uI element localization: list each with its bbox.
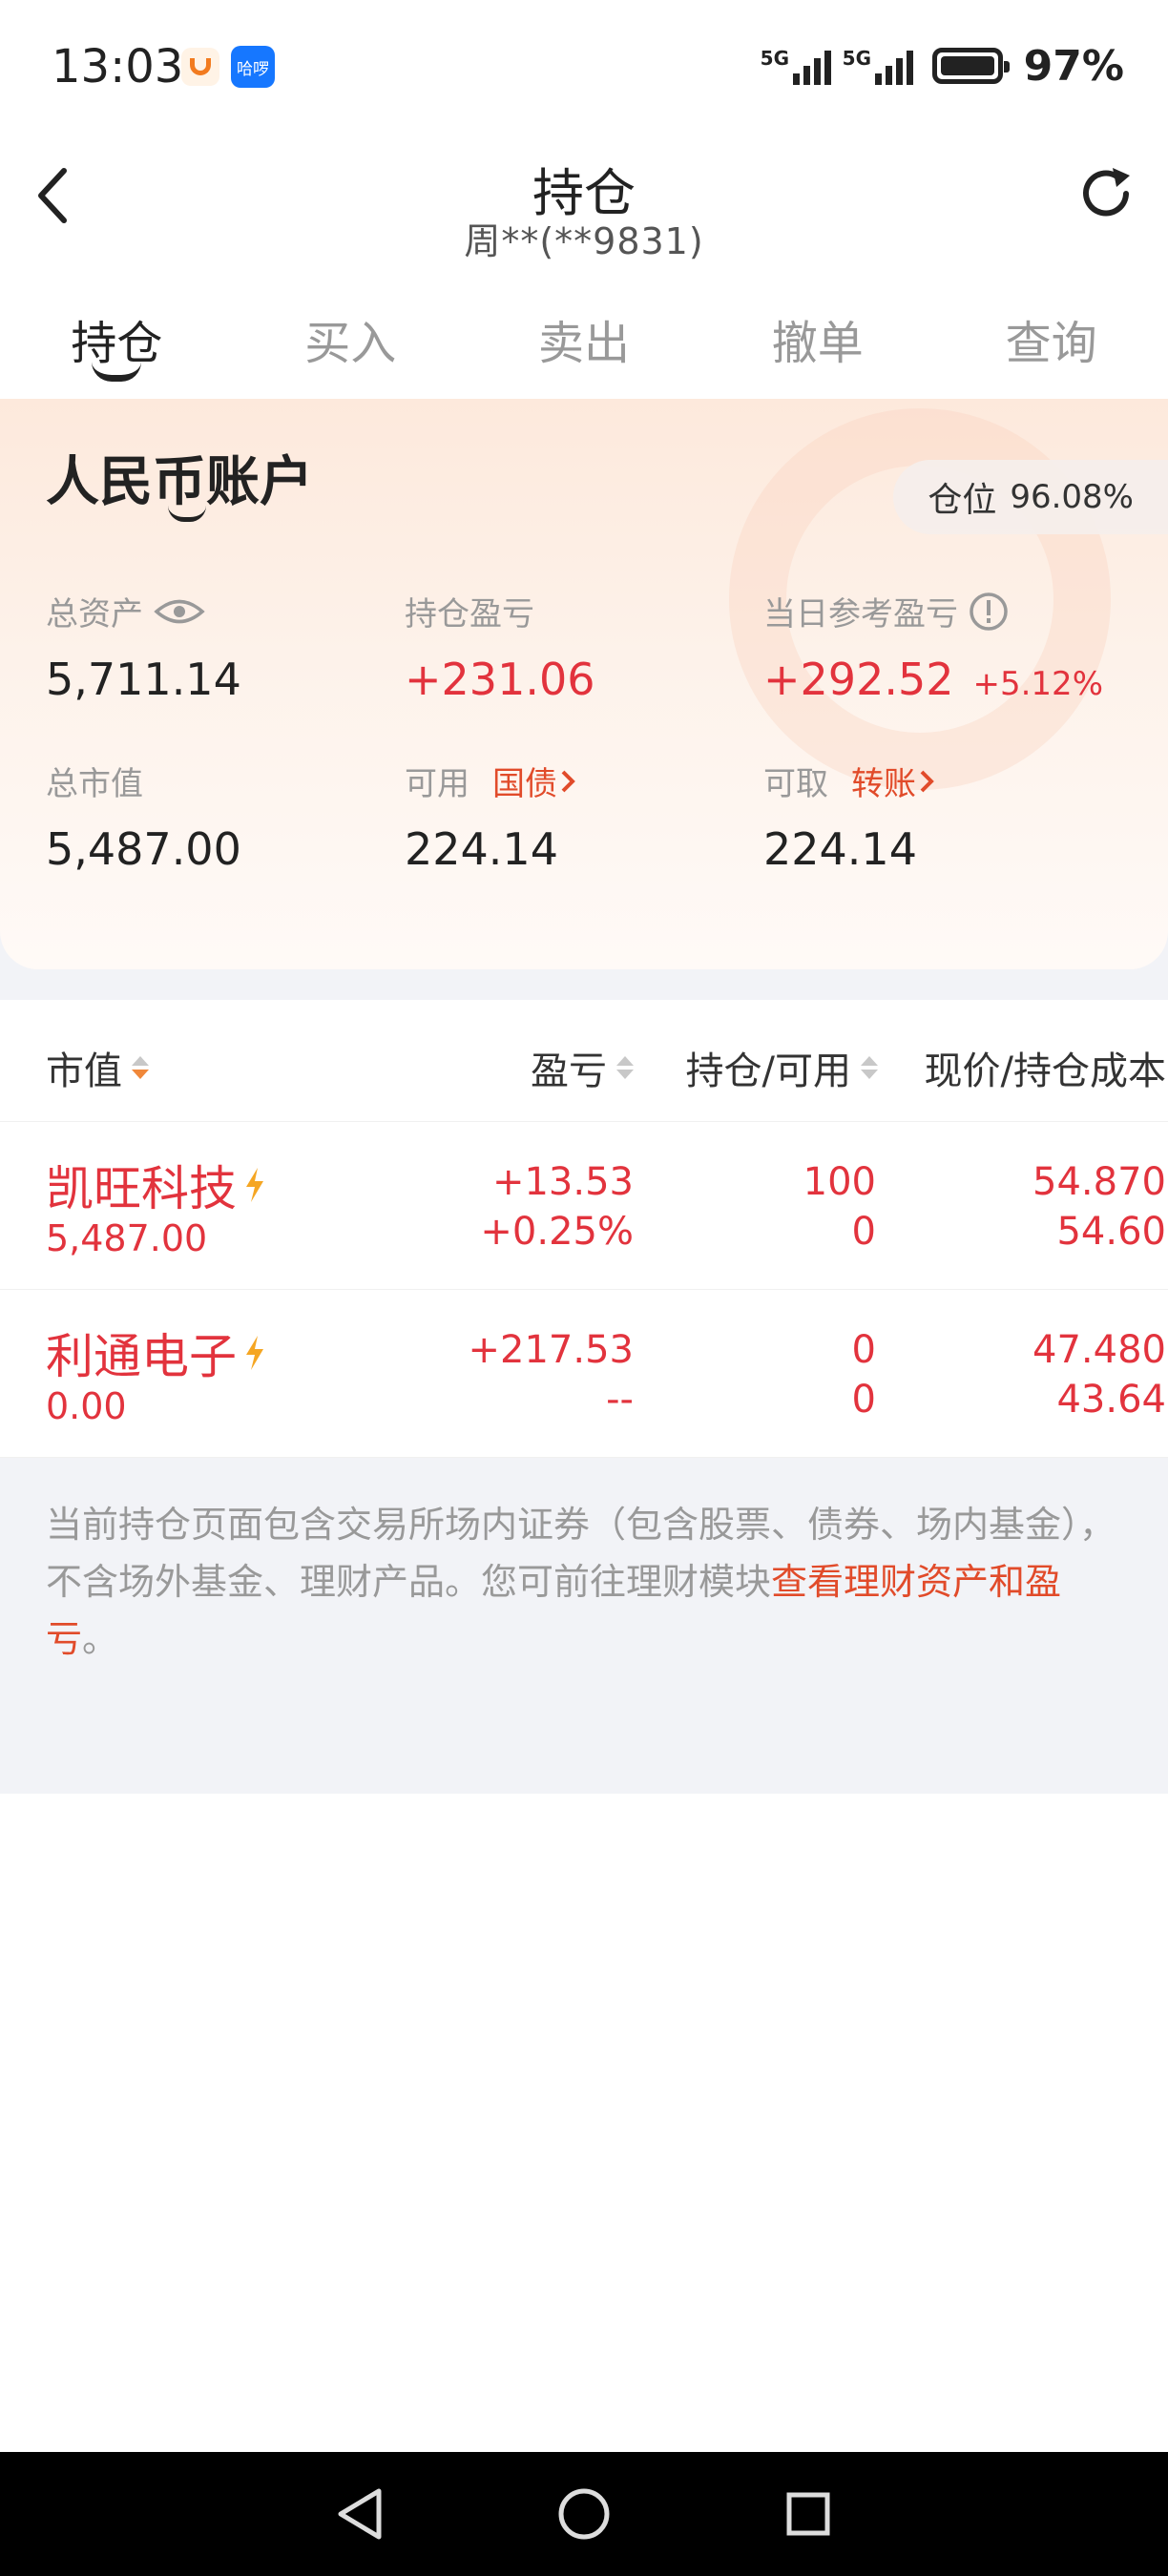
holdings-header: 市值 盈亏 持仓/可用 现价/持仓成本 [0, 1000, 1168, 1122]
holding-pl-value: +231.06 [405, 654, 595, 705]
square-recents-icon [786, 2492, 830, 2536]
stock-price: 54.870 [1032, 1160, 1166, 1204]
tab-query[interactable]: 查询 [934, 286, 1168, 391]
battery-percent: 97% [1023, 41, 1124, 91]
account-section: 人民币账户 仓位 96.08% 总资产 5,711.14 持仓盈亏 +231.0… [0, 399, 1168, 1000]
total-assets: 总资产 5,711.14 [46, 588, 241, 705]
daily-pl-percent: +5.12% [972, 665, 1104, 703]
circle-home-icon [558, 2488, 610, 2540]
withdrawable-value: 224.14 [763, 823, 917, 875]
available-label: 可用 [405, 765, 469, 803]
info-icon[interactable] [968, 591, 1010, 633]
tab-sell[interactable]: 卖出 [468, 286, 701, 391]
nav-recents-button[interactable] [775, 2481, 842, 2547]
stock-pl-percent: -- [606, 1378, 634, 1422]
refresh-icon [1083, 168, 1130, 217]
stock-available: 0 [851, 1210, 876, 1254]
signal-icon: 5G [843, 47, 913, 85]
daily-pl-value: +292.52 [763, 654, 954, 705]
lightning-icon [246, 1336, 263, 1370]
daily-pl-row: +292.52 +5.12% [763, 654, 1103, 705]
triangle-back-icon [338, 2488, 382, 2540]
stock-quantity: 0 [851, 1328, 876, 1372]
sort-icon [861, 1056, 878, 1079]
total-assets-label: 总资产 [46, 595, 143, 634]
stock-name: 凯旺科技 [46, 1151, 267, 1219]
daily-pl: 当日参考盈亏 +292.52 +5.12% [763, 588, 1103, 705]
position-label: 仓位 [928, 481, 997, 520]
daily-pl-label: 当日参考盈亏 [763, 595, 958, 634]
account-card: 人民币账户 仓位 96.08% 总资产 5,711.14 持仓盈亏 +231.0… [0, 399, 1168, 969]
available-value: 224.14 [405, 823, 558, 875]
stock-pl: +13.53 [491, 1160, 634, 1204]
stock-quantity: 100 [803, 1160, 876, 1204]
chevron-right-icon [561, 770, 575, 792]
withdrawable-label: 可取 [763, 765, 828, 803]
available-funds: 可用 国债 224.14 [405, 758, 578, 875]
total-assets-value: 5,711.14 [46, 654, 241, 705]
battery-icon [931, 48, 1010, 84]
holding-pl-label: 持仓盈亏 [405, 595, 534, 634]
holding-row[interactable]: 利通电子 0.00 +217.53 -- 0 0 47.480 43.64 [0, 1290, 1168, 1458]
status-indicators: 5G 5G 97% [761, 41, 1124, 91]
sort-pl[interactable]: 盈亏 [531, 1040, 634, 1095]
signal-icon: 5G [761, 47, 831, 85]
stock-cost: 43.64 [1056, 1378, 1166, 1422]
column-header-quantity: 持仓/可用 [685, 1049, 851, 1093]
stock-name: 利通电子 [46, 1319, 267, 1387]
stock-pl-percent: +0.25% [480, 1210, 634, 1254]
holding-row[interactable]: 凯旺科技 5,487.00 +13.53 +0.25% 100 0 54.870… [0, 1122, 1168, 1290]
system-nav-bar [0, 2452, 1168, 2576]
market-value: 总市值 5,487.00 [46, 758, 241, 875]
transfer-link-label: 转账 [851, 765, 916, 803]
treasury-bond-link-label: 国债 [492, 765, 557, 803]
lightning-icon [246, 1168, 263, 1202]
account-id: 周**(**9831) [464, 220, 704, 262]
tab-cancel-order[interactable]: 撤单 [700, 286, 934, 391]
stock-pl: +217.53 [468, 1328, 634, 1372]
column-header-market-value: 市值 [46, 1049, 122, 1093]
holding-pl: 持仓盈亏 +231.06 [405, 588, 595, 705]
tab-bar: 持仓 买入 卖出 撤单 查询 [0, 286, 1168, 391]
eye-icon[interactable] [153, 595, 206, 628]
market-value-value: 5,487.00 [46, 823, 241, 875]
chevron-right-icon [920, 770, 934, 792]
hellobike-app-icon: 哈啰 [231, 46, 275, 88]
treasury-bond-link[interactable]: 国债 [492, 758, 578, 804]
market-value-label: 总市值 [46, 765, 143, 803]
nav-back-button[interactable] [326, 2481, 393, 2547]
stock-available: 0 [851, 1378, 876, 1422]
stock-market-value: 5,487.00 [46, 1217, 208, 1259]
status-bar: 13:03 哈啰 5G 5G 97% [0, 0, 1168, 134]
column-header-price: 现价/持仓成本 [924, 1049, 1166, 1093]
sort-icon [616, 1056, 634, 1079]
status-time: 13:03 [52, 40, 184, 93]
sort-quantity[interactable]: 持仓/可用 [686, 1040, 878, 1095]
holdings-note: 当前持仓页面包含交易所场内证券（包含股票、债券、场内基金），不含场外基金、理财产… [0, 1458, 1168, 1794]
stock-cost: 54.60 [1056, 1210, 1166, 1254]
network-type-label: 5G [842, 47, 872, 70]
column-header-pl: 盈亏 [531, 1049, 607, 1093]
account-title[interactable]: 人民币账户 [46, 439, 313, 522]
didi-app-icon [181, 48, 219, 86]
nav-home-button[interactable] [551, 2481, 617, 2547]
position-value: 96.08% [1010, 478, 1134, 516]
network-type-label: 5G [760, 47, 790, 70]
stock-market-value: 0.00 [46, 1385, 127, 1427]
position-ratio-badge: 仓位 96.08% [893, 460, 1168, 534]
withdrawable-funds: 可取 转账 224.14 [763, 758, 937, 875]
stock-name-label: 利通电子 [46, 1329, 237, 1384]
tab-positions[interactable]: 持仓 [0, 286, 234, 391]
sort-icon [132, 1056, 149, 1079]
note-end: 。 [82, 1618, 119, 1660]
stock-price: 47.480 [1032, 1328, 1166, 1372]
tab-buy[interactable]: 买入 [234, 286, 468, 391]
stock-name-label: 凯旺科技 [46, 1161, 237, 1216]
refresh-button[interactable] [1073, 160, 1139, 227]
sort-market-value[interactable]: 市值 [46, 1040, 149, 1095]
holdings-table: 市值 盈亏 持仓/可用 现价/持仓成本 凯旺科技 5,487.00 +13.53… [0, 1000, 1168, 1458]
transfer-link[interactable]: 转账 [851, 758, 937, 804]
